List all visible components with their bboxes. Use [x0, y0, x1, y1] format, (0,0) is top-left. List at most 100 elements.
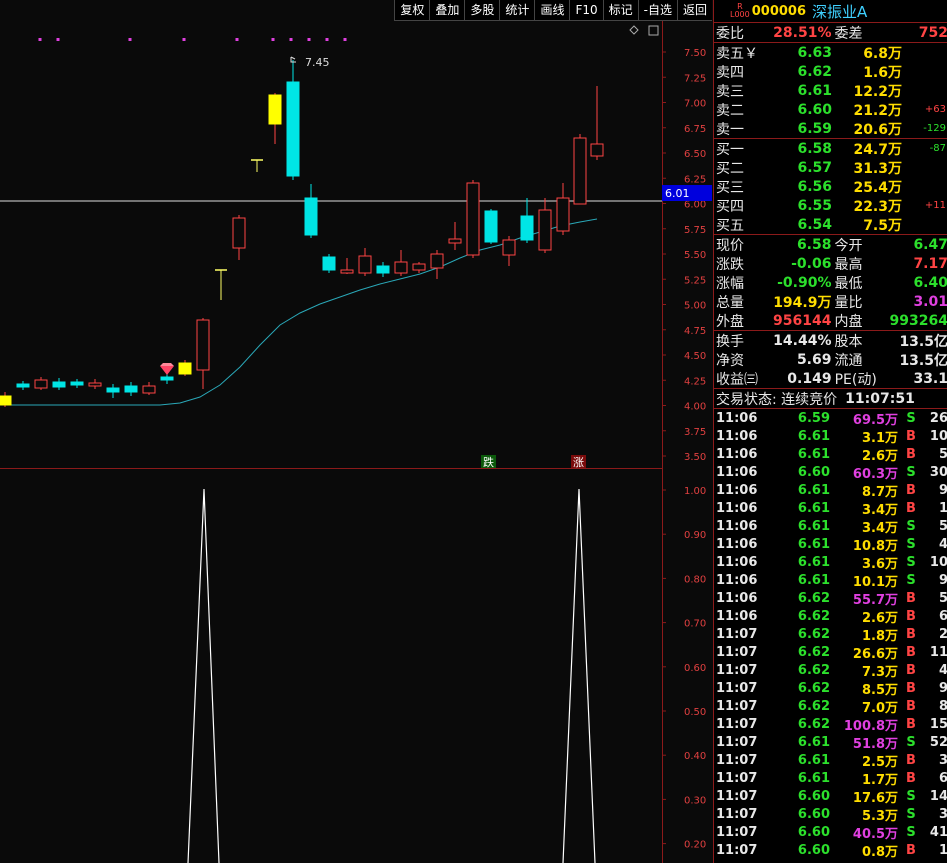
- tick-count: 1: [924, 501, 947, 516]
- stat-label: 收益㈢: [716, 371, 758, 388]
- tick-direction: B: [906, 680, 916, 696]
- order-volume: 25.4万: [853, 179, 902, 196]
- tick-volume: 100.8万: [843, 718, 898, 734]
- order-volume: 31.3万: [853, 160, 902, 177]
- tick-row: 11:06 6.60 60.3万 S 30: [714, 463, 947, 482]
- indicator-tick-label: 0.20: [684, 840, 706, 851]
- tick-time: 11:06: [716, 410, 758, 426]
- tick-count: 10: [929, 554, 947, 570]
- tick-list[interactable]: 11:06 6.59 69.5万 S 26 11:06 6.61 3.1万 B 10 11:06 6.…: [714, 409, 947, 860]
- candle-body: [556, 197, 570, 232]
- tick-price: 6.61: [797, 482, 830, 498]
- toolbar-mark[interactable]: 标记: [604, 0, 639, 20]
- stat-label: 最低: [834, 275, 863, 292]
- tick-count: 41: [929, 824, 947, 840]
- tick-volume: 7.3万: [861, 664, 898, 680]
- candle-body: [466, 182, 480, 256]
- tick-volume: 60.3万: [852, 466, 898, 482]
- tick-direction: S: [906, 536, 916, 552]
- tick-direction: B: [906, 842, 916, 858]
- order-price: 6.58: [797, 140, 832, 157]
- tick-price: 6.62: [797, 698, 830, 714]
- stat-label: 涨跌: [716, 256, 744, 273]
- stat-value: 33.1: [913, 370, 947, 387]
- trade-status-time: 11:07:51: [845, 390, 915, 407]
- sell-order-row[interactable]: 卖二 6.60 21.2万 +63: [714, 100, 947, 119]
- buy-order-row[interactable]: 买四 6.55 22.3万 +11: [714, 196, 947, 215]
- stat-value: 7.17: [913, 255, 947, 272]
- price-tick-label: 4.50: [684, 351, 706, 362]
- stat-label: 内盘: [834, 313, 863, 330]
- toolbar-multi-stock[interactable]: 多股: [465, 0, 501, 20]
- tick-row: 11:07 6.62 100.8万 B 15: [714, 715, 947, 734]
- order-change: -129: [923, 123, 946, 134]
- tick-price: 6.62: [797, 608, 830, 624]
- tick-row: 11:07 6.61 1.7万 B6: [714, 769, 947, 788]
- stat-label: 股本: [834, 333, 863, 350]
- toolbar-draw-line[interactable]: 画线: [535, 0, 571, 20]
- tick-price: 6.61: [797, 770, 830, 786]
- toolbar-fuquan[interactable]: 复权: [395, 0, 431, 20]
- toolbar-watchlist[interactable]: -自选: [639, 0, 678, 20]
- signal-dots: [38, 38, 347, 41]
- tick-price: 6.61: [797, 554, 830, 570]
- stat-row: 总量 194.9万 量比 3.01: [714, 292, 947, 311]
- settings-icons[interactable]: [629, 25, 659, 36]
- price-tick-label: 4.75: [684, 326, 706, 337]
- tick-time: 11:07: [716, 716, 758, 732]
- tick-row: 11:07 6.62 1.8万 B2: [714, 625, 947, 644]
- stat-value: 14.44%: [773, 332, 832, 349]
- candle-body: [16, 383, 30, 388]
- stock-code[interactable]: 000006: [752, 4, 806, 19]
- sell-order-row[interactable]: 卖五￥ 6.63 6.8万: [714, 43, 947, 62]
- stat-label: 现价: [716, 237, 744, 254]
- toolbar-f10[interactable]: F10: [570, 0, 604, 20]
- tick-volume: 1.7万: [861, 772, 898, 788]
- tick-time: 11:06: [716, 590, 758, 606]
- chart-toolbar: 复权 叠加 多股 统计 画线 F10 标记 -自选 返回: [394, 0, 712, 21]
- price-tick-label: 6.75: [684, 124, 706, 135]
- toolbar-statistics[interactable]: 统计: [500, 0, 536, 20]
- tick-price: 6.60: [797, 806, 830, 822]
- tick-volume: 26.6万: [852, 646, 898, 662]
- toolbar-overlay[interactable]: 叠加: [430, 0, 466, 20]
- signal-dot: [182, 38, 186, 41]
- buy-order-row[interactable]: 买一 6.58 24.7万 -87: [714, 139, 947, 158]
- buy-order-row[interactable]: 买二 6.57 31.3万: [714, 158, 947, 177]
- tick-direction: S: [906, 554, 916, 570]
- indicator-spike-2: [562, 488, 596, 863]
- tick-volume: 17.6万: [852, 790, 898, 806]
- candle-body: [142, 385, 156, 394]
- tick-price: 6.61: [797, 752, 830, 768]
- tick-row: 11:07 6.60 5.3万 S3: [714, 805, 947, 824]
- buy-order-row[interactable]: 买五 6.54 7.5万: [714, 215, 947, 234]
- tick-price: 6.61: [797, 572, 830, 588]
- tick-row: 11:06 6.61 3.4万 B1: [714, 499, 947, 518]
- weicha-label: 委差: [834, 25, 863, 42]
- price-tick-label: 6.50: [684, 149, 706, 160]
- sell-order-row[interactable]: 卖四 6.62 1.6万: [714, 62, 947, 81]
- sell-order-row[interactable]: 卖一 6.59 20.6万 -129: [714, 119, 947, 138]
- quote-stats: 现价 6.58 今开 6.47 涨跌 -0.06 最高 7.17 涨幅 -0.90% 最低 6.40 总…: [714, 235, 947, 388]
- sell-order-row[interactable]: 卖三 6.61 12.2万: [714, 81, 947, 100]
- price-tick-label: 5.25: [684, 275, 706, 286]
- order-price: 6.55: [797, 197, 832, 214]
- candle-body: [52, 381, 66, 388]
- tick-volume: 51.8万: [852, 736, 898, 752]
- toolbar-back[interactable]: 返回: [678, 0, 712, 20]
- stat-value: 6.40: [913, 274, 947, 291]
- buy-order-row[interactable]: 买三 6.56 25.4万: [714, 177, 947, 196]
- signal-dot: [271, 38, 275, 41]
- tick-price: 6.61: [797, 446, 830, 462]
- tick-direction: S: [906, 572, 916, 588]
- tick-row: 11:06 6.61 3.1万 B 10: [714, 427, 947, 446]
- tick-volume: 2.6万: [861, 610, 898, 626]
- tick-row: 11:07 6.61 51.8万 S 52: [714, 733, 947, 752]
- tick-price: 6.62: [797, 626, 830, 642]
- price-tick-label: 5.75: [684, 225, 706, 236]
- candle-body: [268, 94, 282, 125]
- stock-name[interactable]: 深振业A: [812, 1, 867, 22]
- stat-label: 最高: [834, 256, 863, 273]
- stat-value: 993264: [889, 312, 947, 329]
- candlestick-chart[interactable]: 7.50 7.25 7.00 6.75 6.50 6.25 6.00 5.75 5.50 5.25…: [0, 0, 712, 863]
